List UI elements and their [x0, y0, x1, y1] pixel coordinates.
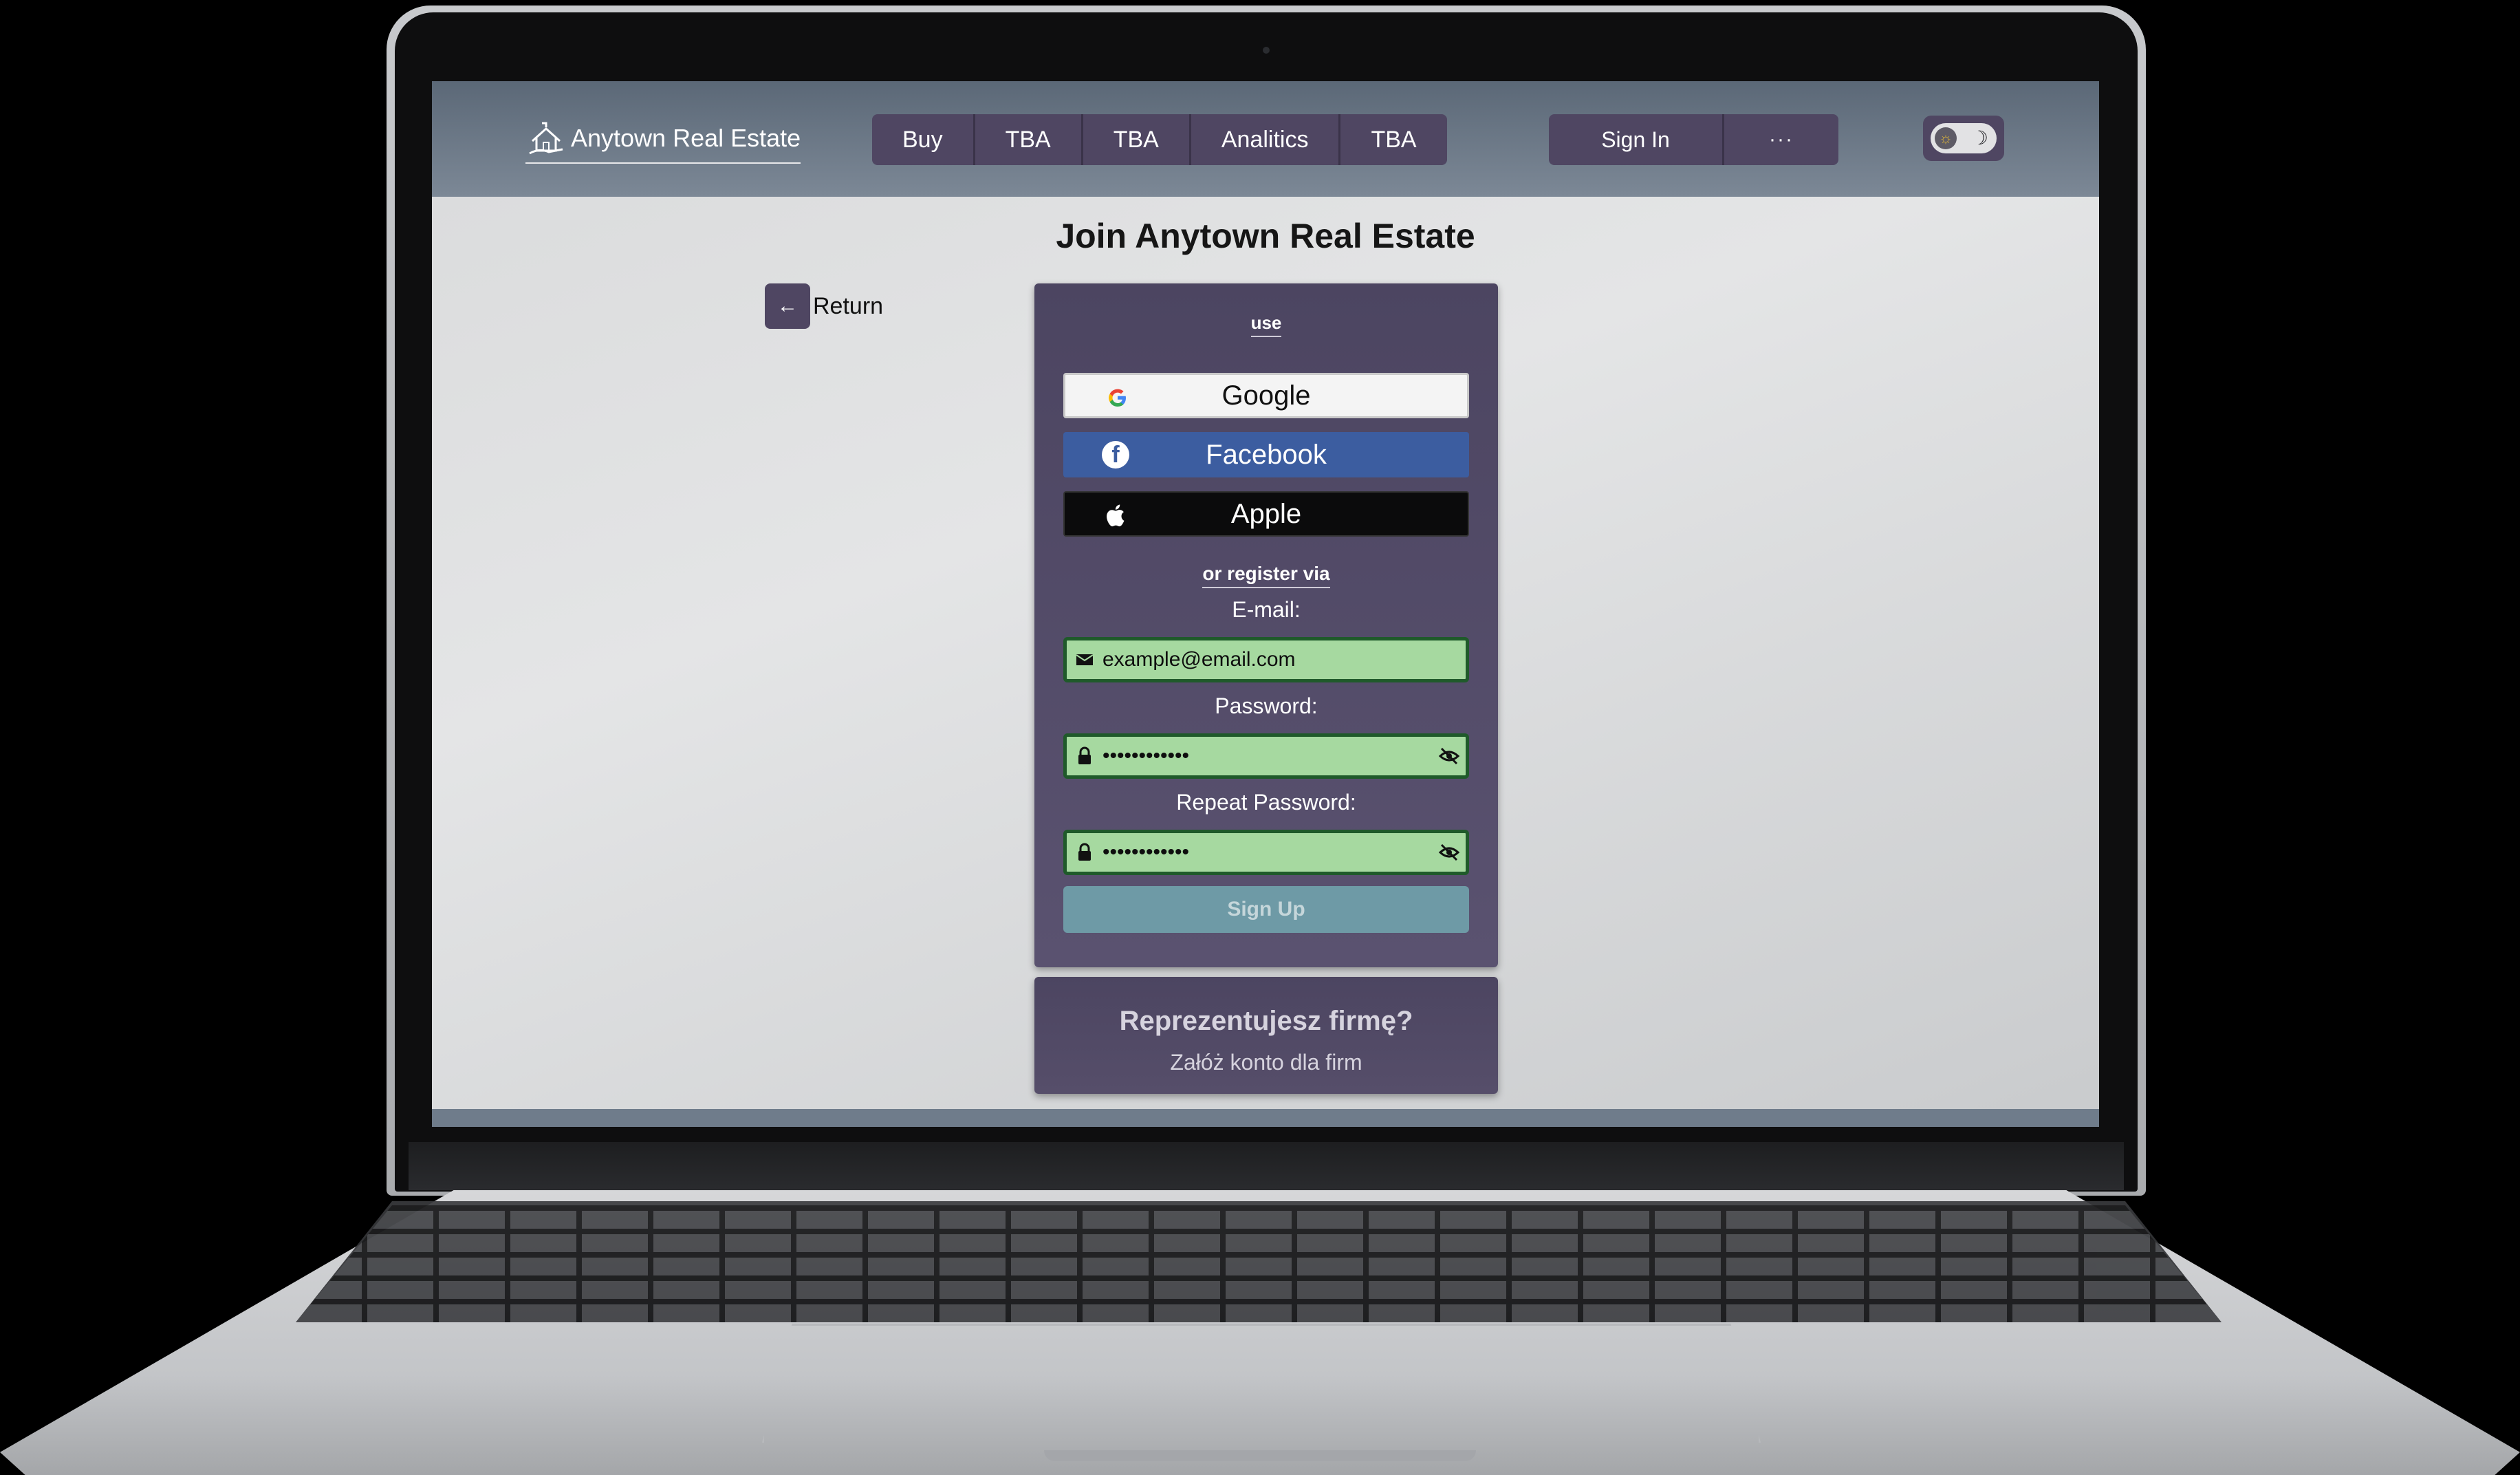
moon-icon: ☽ [1970, 127, 1988, 149]
or-register-heading: or register via [1034, 563, 1498, 588]
facebook-label: Facebook [1206, 439, 1327, 470]
apple-signin-button[interactable]: Apple [1063, 491, 1469, 537]
trackpad [762, 1324, 1761, 1443]
lock-icon [1067, 843, 1102, 862]
theme-toggle[interactable]: ☼ ☽ [1923, 116, 2004, 161]
company-title: Reprezentujesz firmę? [1119, 1006, 1413, 1036]
keyboard-keys [296, 1205, 2222, 1322]
repeat-password-value: •••••••••••• [1102, 841, 1190, 863]
eye-slash-icon[interactable] [1433, 843, 1466, 862]
return-button[interactable]: ← Return [765, 283, 883, 329]
nav-analitics[interactable]: Analitics [1191, 114, 1341, 165]
logo[interactable]: Anytown Real Estate [525, 114, 801, 164]
password-label: Password: [1215, 693, 1318, 718]
repeat-password-label: Repeat Password: [1176, 790, 1356, 815]
email-label: E-mail: [1232, 597, 1301, 622]
nav-tba-1[interactable]: TBA [975, 114, 1083, 165]
company-account-card[interactable]: Reprezentujesz firmę? Załóż konto dla fi… [1034, 977, 1498, 1094]
repeat-password-field[interactable]: •••••••••••• [1063, 830, 1469, 875]
signup-card: use Google f Facebook Apple or register … [1034, 283, 1498, 967]
page-title: Join Anytown Real Estate [1056, 217, 1475, 255]
eye-slash-icon[interactable] [1433, 746, 1466, 766]
facebook-signin-button[interactable]: f Facebook [1063, 432, 1469, 477]
footer-strip [432, 1109, 2099, 1127]
google-icon [1104, 384, 1131, 411]
return-label: Return [813, 292, 884, 319]
nav-tba-2[interactable]: TBA [1083, 114, 1191, 165]
more-menu-button[interactable]: ··· [1724, 114, 1838, 165]
apple-icon [1103, 502, 1131, 529]
account-menu: Sign In ··· [1549, 114, 1838, 165]
theme-toggle-track: ☼ ☽ [1931, 123, 1997, 153]
email-field[interactable]: example@email.com [1063, 637, 1469, 682]
sign-in-button[interactable]: Sign In [1549, 114, 1724, 165]
envelope-icon [1067, 653, 1102, 667]
apple-label: Apple [1230, 498, 1302, 529]
screen: Anytown Real Estate Buy TBA TBA Analitic… [432, 81, 2099, 1127]
nav-tba-3[interactable]: TBA [1340, 114, 1446, 165]
facebook-icon: f [1102, 441, 1129, 469]
company-subtitle[interactable]: Załóż konto dla firm [1034, 1050, 1498, 1075]
google-label: Google [1221, 380, 1311, 411]
house-hand-icon [529, 122, 563, 155]
site-header: Anytown Real Estate Buy TBA TBA Analitic… [432, 81, 2099, 197]
password-field[interactable]: •••••••••••• [1063, 733, 1469, 779]
google-signin-button[interactable]: Google [1063, 373, 1469, 418]
sun-icon: ☼ [1935, 127, 1957, 149]
laptop-hinge [409, 1142, 2124, 1190]
logo-text: Anytown Real Estate [571, 124, 801, 152]
laptop-front-notch [1044, 1450, 1476, 1461]
nav-buy[interactable]: Buy [872, 114, 975, 165]
webcam [1263, 47, 1270, 54]
use-heading: use [1034, 312, 1498, 337]
sign-up-button[interactable]: Sign Up [1063, 886, 1469, 933]
password-value: •••••••••••• [1102, 744, 1190, 767]
email-value: example@email.com [1102, 648, 1296, 671]
main-nav: Buy TBA TBA Analitics TBA [872, 114, 1447, 165]
arrow-left-icon: ← [765, 283, 810, 329]
lock-icon [1067, 746, 1102, 766]
